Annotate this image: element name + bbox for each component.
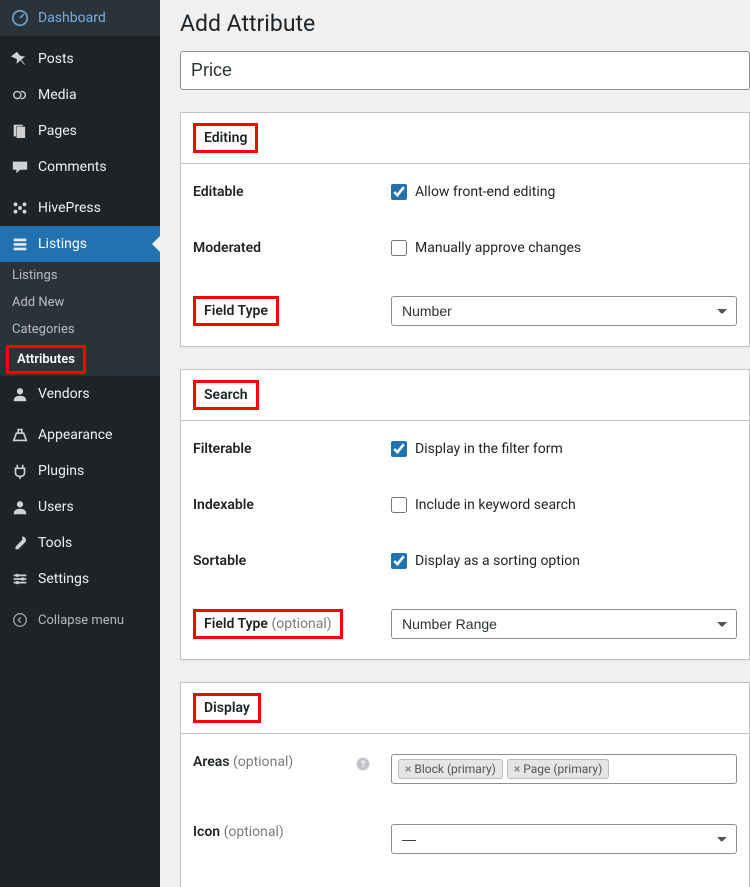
sidebar-item-label: Settings	[38, 571, 89, 587]
sidebar-subitem-listings[interactable]: Listings	[0, 262, 160, 289]
vendor-icon	[10, 384, 30, 404]
collapse-menu-button[interactable]: Collapse menu	[0, 602, 160, 638]
areas-label: Areas	[193, 754, 230, 770]
editing-postbox: Editing Editable Allow front-end editing…	[180, 112, 750, 347]
tag-remove-icon[interactable]: ×	[405, 762, 411, 776]
indexable-checkbox[interactable]	[391, 497, 407, 513]
display-postbox: Display Areas (optional) ? ×Block (prima…	[180, 682, 750, 887]
icon-select[interactable]: —	[391, 824, 737, 854]
sidebar-item-label: Users	[38, 499, 74, 515]
collapse-icon	[10, 610, 30, 630]
users-icon	[10, 497, 30, 517]
sidebar-submenu: Listings Add New Categories Attributes	[0, 262, 160, 376]
indexable-checkbox-label: Include in keyword search	[415, 497, 576, 513]
sidebar-item-label: Tools	[38, 535, 72, 551]
sidebar-item-label: Media	[38, 87, 77, 103]
svg-text:?: ?	[361, 760, 365, 770]
sidebar-item-comments[interactable]: Comments	[0, 149, 160, 185]
editable-checkbox-row[interactable]: Allow front-end editing	[391, 184, 737, 200]
sidebar-item-media[interactable]: Media	[0, 77, 160, 113]
listings-icon	[10, 234, 30, 254]
indexable-checkbox-row[interactable]: Include in keyword search	[391, 497, 737, 513]
area-tag[interactable]: ×Block (primary)	[398, 759, 503, 779]
moderated-checkbox-row[interactable]: Manually approve changes	[391, 240, 737, 256]
sidebar-item-label: Plugins	[38, 463, 84, 479]
icon-optional: (optional)	[224, 824, 284, 840]
admin-sidebar: Dashboard Posts Media Pages Comments Hiv…	[0, 0, 160, 887]
tools-icon	[10, 533, 30, 553]
sortable-label: Sortable	[193, 553, 246, 569]
display-heading: Display	[193, 693, 261, 723]
display-header: Display	[181, 683, 749, 734]
sidebar-item-tools[interactable]: Tools	[0, 525, 160, 561]
search-field-type-label-wrap: Field Type (optional)	[193, 609, 343, 639]
moderated-checkbox[interactable]	[391, 240, 407, 256]
sidebar-item-label: Appearance	[38, 427, 112, 443]
search-field-type-select[interactable]: Number Range	[391, 609, 737, 639]
editing-heading: Editing	[193, 123, 258, 153]
sortable-checkbox[interactable]	[391, 553, 407, 569]
help-icon[interactable]: ?	[355, 756, 371, 772]
settings-icon	[10, 569, 30, 589]
sidebar-item-plugins[interactable]: Plugins	[0, 453, 160, 489]
sidebar-item-appearance[interactable]: Appearance	[0, 417, 160, 453]
tag-remove-icon[interactable]: ×	[514, 762, 520, 776]
sidebar-subitem-attributes[interactable]: Attributes	[6, 345, 86, 374]
editing-field-type-label: Field Type	[193, 296, 279, 326]
filterable-checkbox-row[interactable]: Display in the filter form	[391, 441, 737, 457]
icon-label: Icon	[193, 824, 220, 840]
sidebar-item-hivepress[interactable]: HivePress	[0, 190, 160, 226]
filterable-checkbox[interactable]	[391, 441, 407, 457]
sidebar-item-users[interactable]: Users	[0, 489, 160, 525]
search-postbox: Search Filterable Display in the filter …	[180, 369, 750, 660]
sidebar-item-label: Vendors	[38, 386, 90, 402]
sidebar-item-label: HivePress	[38, 200, 101, 216]
areas-optional: (optional)	[233, 754, 293, 770]
sortable-checkbox-row[interactable]: Display as a sorting option	[391, 553, 737, 569]
editable-checkbox[interactable]	[391, 184, 407, 200]
sidebar-item-label: Comments	[38, 159, 107, 175]
collapse-label: Collapse menu	[38, 613, 124, 628]
search-field-type-optional: (optional)	[271, 616, 331, 632]
filterable-checkbox-label: Display in the filter form	[415, 441, 563, 457]
page-title: Add Attribute	[180, 10, 750, 37]
area-tag[interactable]: ×Page (primary)	[507, 759, 609, 779]
page-icon	[10, 121, 30, 141]
pin-icon	[10, 49, 30, 69]
plugin-icon	[10, 461, 30, 481]
sidebar-item-label: Pages	[38, 123, 77, 139]
sidebar-item-dashboard[interactable]: Dashboard	[0, 0, 160, 36]
sidebar-item-vendors[interactable]: Vendors	[0, 376, 160, 412]
moderated-label: Moderated	[193, 240, 261, 256]
search-heading: Search	[193, 380, 259, 410]
editing-header: Editing	[181, 113, 749, 164]
attribute-name-input[interactable]	[180, 51, 750, 90]
sidebar-item-pages[interactable]: Pages	[0, 113, 160, 149]
comment-icon	[10, 157, 30, 177]
editing-field-type-select[interactable]: Number	[391, 296, 737, 326]
sidebar-item-settings[interactable]: Settings	[0, 561, 160, 597]
main-content: Add Attribute Editing Editable Allow fro…	[160, 0, 750, 887]
sidebar-item-label: Dashboard	[38, 10, 106, 26]
sidebar-subitem-add-new[interactable]: Add New	[0, 289, 160, 316]
hive-icon	[10, 198, 30, 218]
editable-checkbox-label: Allow front-end editing	[415, 184, 555, 200]
areas-tags-input[interactable]: ×Block (primary) ×Page (primary)	[391, 754, 737, 784]
filterable-label: Filterable	[193, 441, 252, 457]
sortable-checkbox-label: Display as a sorting option	[415, 553, 580, 569]
search-field-type-label: Field Type	[204, 616, 268, 632]
sidebar-item-posts[interactable]: Posts	[0, 41, 160, 77]
moderated-checkbox-label: Manually approve changes	[415, 240, 581, 256]
sidebar-item-label: Listings	[38, 236, 87, 252]
appearance-icon	[10, 425, 30, 445]
dashboard-icon	[10, 8, 30, 28]
sidebar-subitem-categories[interactable]: Categories	[0, 316, 160, 343]
indexable-label: Indexable	[193, 497, 254, 513]
editable-label: Editable	[193, 184, 244, 200]
sidebar-item-listings[interactable]: Listings	[0, 226, 160, 262]
sidebar-item-label: Posts	[38, 51, 74, 67]
search-header: Search	[181, 370, 749, 421]
media-icon	[10, 85, 30, 105]
